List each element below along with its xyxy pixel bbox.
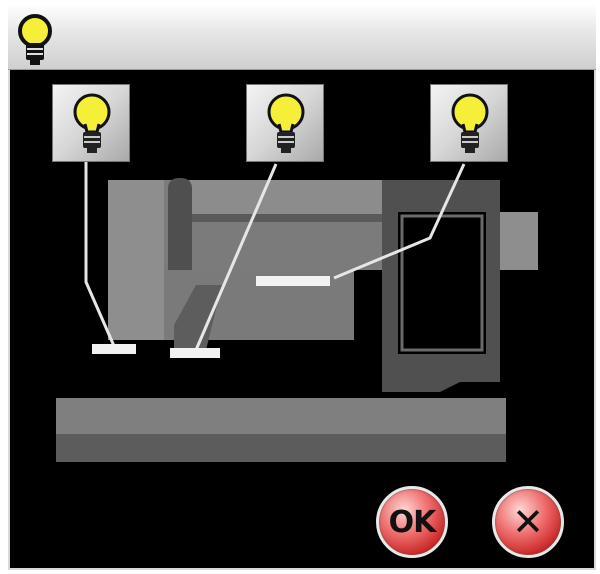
lightbulb-icon [451, 93, 489, 153]
close-icon: ✕ [512, 500, 544, 544]
lightbulb-icon [18, 14, 52, 65]
light-toggle-button-1[interactable] [52, 84, 130, 162]
lightbulb-icon [73, 93, 111, 153]
lightbulb-icon [267, 93, 305, 153]
ok-button-label: OK [388, 504, 437, 540]
ok-button[interactable]: OK [376, 486, 448, 558]
title-bar [8, 4, 596, 70]
light-toggle-button-3[interactable] [430, 84, 508, 162]
close-button[interactable]: ✕ [492, 486, 564, 558]
light-toggle-button-2[interactable] [246, 84, 324, 162]
